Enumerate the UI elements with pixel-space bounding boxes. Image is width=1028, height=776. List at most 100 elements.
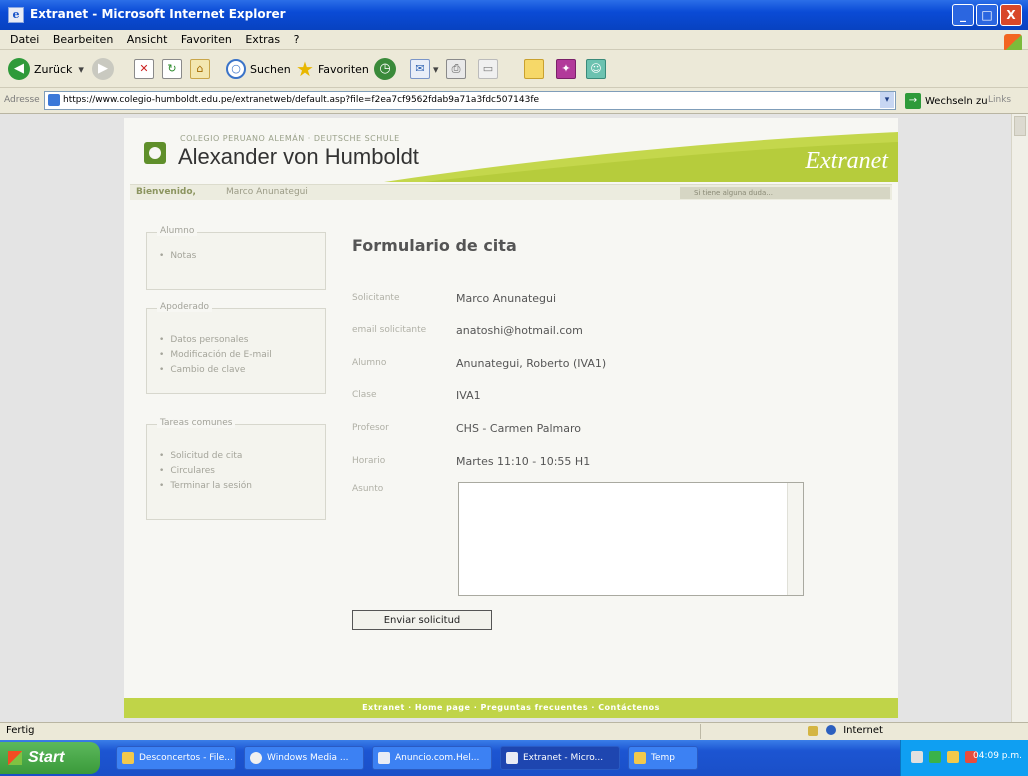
extranet-logo: Extranet	[805, 148, 888, 174]
mail-dropdown-icon: ▾	[433, 62, 439, 76]
folder-button[interactable]	[524, 56, 547, 82]
taskbar-item[interactable]: Anuncio.com.Hel...	[372, 746, 492, 770]
dropdown-arrow-icon: ▾	[78, 62, 84, 76]
favorites-label: Favoriten	[317, 62, 369, 76]
volume-icon[interactable]	[947, 751, 959, 763]
welcome-greeting: Bienvenido,	[136, 187, 196, 197]
go-button[interactable]: → Wechseln zu	[905, 92, 988, 110]
taskbar-item[interactable]: Desconcertos - File...	[116, 746, 236, 770]
site-footer-links[interactable]: Extranet · Home page · Preguntas frecuen…	[124, 698, 898, 718]
clock[interactable]: 04:09 p.m.	[973, 751, 1022, 761]
forward-button[interactable]: ▶	[92, 56, 118, 82]
folder-icon	[634, 752, 646, 764]
form-label: email solicitante	[352, 325, 427, 335]
form-label: Alumno	[352, 358, 387, 368]
form-title: Formulario de cita	[352, 236, 517, 255]
webpage: COLEGIO PERUANO ALEMÁN · DEUTSCHE SCHULE…	[124, 118, 898, 718]
ie-icon	[378, 752, 390, 764]
star-icon: ★	[296, 57, 314, 81]
edit-button[interactable]: ▭	[478, 56, 501, 82]
taskbar-item-label: Anuncio.com.Hel...	[395, 753, 480, 763]
edit-icon: ▭	[478, 59, 498, 79]
form-label: Asunto	[352, 484, 384, 494]
textarea-scrollbar[interactable]	[787, 483, 803, 595]
browser-viewport: COLEGIO PERUANO ALEMÁN · DEUTSCHE SCHULE…	[0, 114, 1028, 722]
menu-bearbeiten[interactable]: Bearbeiten	[53, 33, 113, 46]
menu-ansicht[interactable]: Ansicht	[127, 33, 168, 46]
history-button[interactable]: ◷	[374, 56, 400, 82]
links-button[interactable]: Links	[988, 95, 1011, 105]
close-button[interactable]: X	[1000, 4, 1022, 26]
form-label: Horario	[352, 456, 386, 466]
sidebar-link-notas[interactable]: Notas	[159, 251, 325, 261]
taskbar-item[interactable]: Windows Media ...	[244, 746, 364, 770]
taskbar-item-active[interactable]: Extranet - Micro...	[500, 746, 620, 770]
status-text: Fertig	[6, 725, 35, 736]
refresh-button[interactable]: ↻	[162, 56, 185, 82]
form-value: Martes 11:10 - 10:55 H1	[456, 455, 591, 468]
school-logo[interactable]	[144, 142, 166, 164]
sidebar-link-modificacion-email[interactable]: Modificación de E-mail	[159, 350, 325, 360]
browser-toolbar: ◀ Zurück ▾ ▶ ✕ ↻ ⌂ ○ Suchen ★ Favoriten …	[0, 50, 1028, 88]
help-note[interactable]: Si tiene alguna duda...	[680, 187, 890, 199]
mail-icon: ✉	[410, 59, 430, 79]
search-button[interactable]: ○ Suchen	[226, 56, 291, 82]
print-button[interactable]: ⎙	[446, 56, 469, 82]
menu-help[interactable]: ?	[294, 33, 300, 46]
window-titlebar[interactable]: e Extranet - Microsoft Internet Explorer…	[0, 0, 1028, 30]
favorites-button[interactable]: ★ Favoriten	[296, 56, 369, 82]
scrollbar-thumb[interactable]	[1014, 116, 1026, 136]
ie-icon	[506, 752, 518, 764]
contacts-button[interactable]: ☺	[586, 56, 609, 82]
menu-datei[interactable]: Datei	[10, 33, 39, 46]
school-name[interactable]: Alexander von Humboldt	[178, 144, 419, 170]
taskbar-item[interactable]: Temp	[628, 746, 698, 770]
start-button[interactable]: Start	[0, 742, 100, 774]
menu-favoriten[interactable]: Favoriten	[181, 33, 232, 46]
mail-button[interactable]: ✉ ▾	[410, 56, 439, 82]
sidebar-link-solicitud-cita[interactable]: Solicitud de cita	[159, 451, 325, 461]
enviar-solicitud-button[interactable]: Enviar solicitud	[352, 610, 492, 630]
asunto-textarea[interactable]	[458, 482, 804, 596]
form-value: CHS - Carmen Palmaro	[456, 422, 582, 435]
home-icon: ⌂	[190, 59, 210, 79]
page-icon	[48, 94, 60, 106]
sidebar-link-datos-personales[interactable]: Datos personales	[159, 335, 325, 345]
tray-app-icon[interactable]	[929, 751, 941, 763]
form-value: Marco Anunategui	[456, 292, 557, 305]
sidebar-link-circulares[interactable]: Circulares	[159, 466, 325, 476]
minimize-button[interactable]: _	[952, 4, 974, 26]
sidebar-box-title: Tareas comunes	[157, 418, 236, 428]
sidebar-link-cambio-clave[interactable]: Cambio de clave	[159, 365, 325, 375]
security-zone: Internet	[826, 725, 883, 736]
sidebar-box-alumno: Alumno Notas	[146, 226, 326, 290]
start-label: Start	[28, 749, 65, 766]
form-label: Solicitante	[352, 293, 400, 303]
status-bar: Fertig Internet	[0, 722, 1028, 740]
folder-icon	[122, 752, 134, 764]
back-button[interactable]: ◀ Zurück ▾	[8, 56, 84, 82]
stop-button[interactable]: ✕	[134, 56, 157, 82]
form-label: Profesor	[352, 423, 389, 433]
messenger-icon: ✦	[556, 59, 576, 79]
messenger-button[interactable]: ✦	[556, 56, 579, 82]
home-button[interactable]: ⌂	[190, 56, 213, 82]
folder-icon	[524, 59, 544, 79]
page-scrollbar[interactable]	[1011, 114, 1028, 722]
form-value: IVA1	[456, 389, 481, 402]
address-dropdown-icon[interactable]: ▾	[880, 92, 894, 108]
contacts-icon: ☺	[586, 59, 606, 79]
taskbar-item-label: Temp	[651, 753, 675, 763]
window-title: Extranet - Microsoft Internet Explorer	[30, 7, 286, 21]
form-value: Anunategui, Roberto (IVA1)	[456, 357, 607, 370]
maximize-button[interactable]: □	[976, 4, 998, 26]
address-input[interactable]: https://www.colegio-humboldt.edu.pe/extr…	[44, 91, 896, 110]
stop-icon: ✕	[134, 59, 154, 79]
history-icon: ◷	[374, 58, 396, 80]
media-player-icon	[250, 752, 262, 764]
network-icon[interactable]	[911, 751, 923, 763]
menu-extras[interactable]: Extras	[245, 33, 280, 46]
welcome-user: Marco Anunategui	[226, 187, 308, 197]
form-value: anatoshi@hotmail.com	[456, 324, 583, 337]
sidebar-link-terminar-sesion[interactable]: Terminar la sesión	[159, 481, 325, 491]
